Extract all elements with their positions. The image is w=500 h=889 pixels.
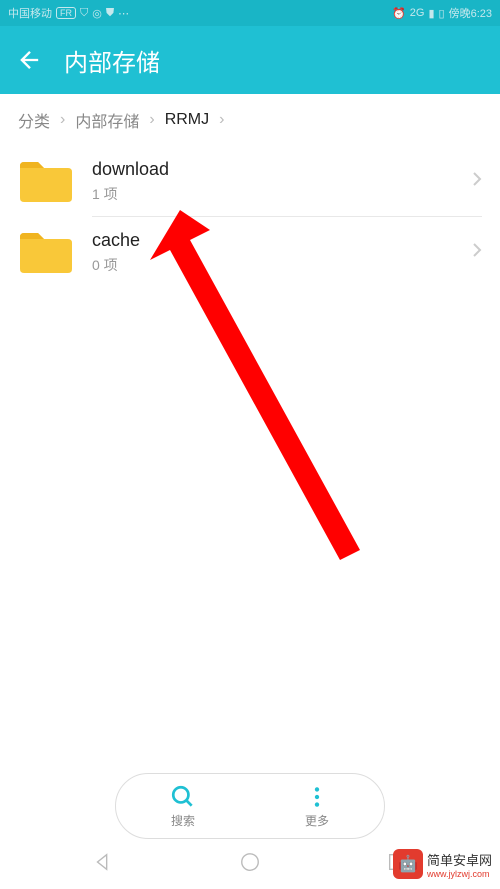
search-button[interactable]: 搜索: [170, 784, 196, 829]
time-label: 傍晚6:23: [449, 5, 492, 21]
spiral-icon: ◎: [92, 7, 102, 20]
nav-home-button[interactable]: [239, 851, 261, 878]
signal-icon: ▮: [428, 7, 434, 20]
watermark-title: 简单安卓网: [427, 850, 492, 869]
chevron-right-icon: [472, 242, 482, 263]
status-bar: 中国移动 FR ⛉ ◎ ⛊ ⋯ ⏰ 2G ▮ ▯ 傍晚6:23: [0, 0, 500, 26]
folder-name: download: [92, 159, 454, 180]
folder-icon: [18, 229, 74, 275]
folder-name: cache: [92, 230, 454, 251]
breadcrumb-item[interactable]: 分类: [18, 108, 50, 132]
watermark-url: www.jylzwj.com: [427, 869, 492, 879]
nav-back-button[interactable]: [92, 851, 114, 878]
battery-icon: ▯: [439, 7, 445, 20]
folder-list: download 1 项 cache 0 项: [0, 146, 500, 287]
chevron-right-icon: [472, 171, 482, 192]
chevron-right-icon: ›: [60, 111, 65, 129]
search-label: 搜索: [171, 812, 195, 829]
folder-icon: [18, 158, 74, 204]
status-icon: FR: [56, 7, 76, 19]
message-icon: ⋯: [118, 7, 129, 20]
folder-row[interactable]: cache 0 项: [0, 217, 500, 287]
shield-icon: ⛉: [80, 7, 88, 20]
page-title: 内部存储: [64, 43, 160, 78]
more-label: 更多: [305, 812, 329, 829]
alarm-icon: ⏰: [392, 7, 406, 20]
carrier-label: 中国移动: [8, 5, 52, 21]
android-icon: 🤖: [393, 849, 423, 879]
watermark: 🤖 简单安卓网 www.jylzwj.com: [393, 849, 492, 879]
folder-count: 0 项: [92, 255, 454, 275]
folder-row[interactable]: download 1 项: [0, 146, 500, 216]
more-button[interactable]: 更多: [304, 784, 330, 829]
folder-info: download 1 项: [92, 159, 454, 204]
folder-info: cache 0 项: [92, 230, 454, 275]
signal-type: 2G: [410, 7, 425, 19]
shield2-icon: ⛊: [106, 7, 114, 20]
breadcrumb: 分类 › 内部存储 › RRMJ ›: [0, 94, 500, 146]
breadcrumb-item[interactable]: 内部存储: [75, 108, 139, 132]
breadcrumb-item[interactable]: RRMJ: [165, 111, 209, 129]
chevron-right-icon: ›: [149, 111, 154, 129]
chevron-right-icon: ›: [219, 111, 224, 129]
bottom-toolbar: 搜索 更多: [115, 773, 385, 839]
folder-count: 1 项: [92, 184, 454, 204]
back-button[interactable]: [16, 46, 44, 74]
app-header: 内部存储: [0, 26, 500, 94]
